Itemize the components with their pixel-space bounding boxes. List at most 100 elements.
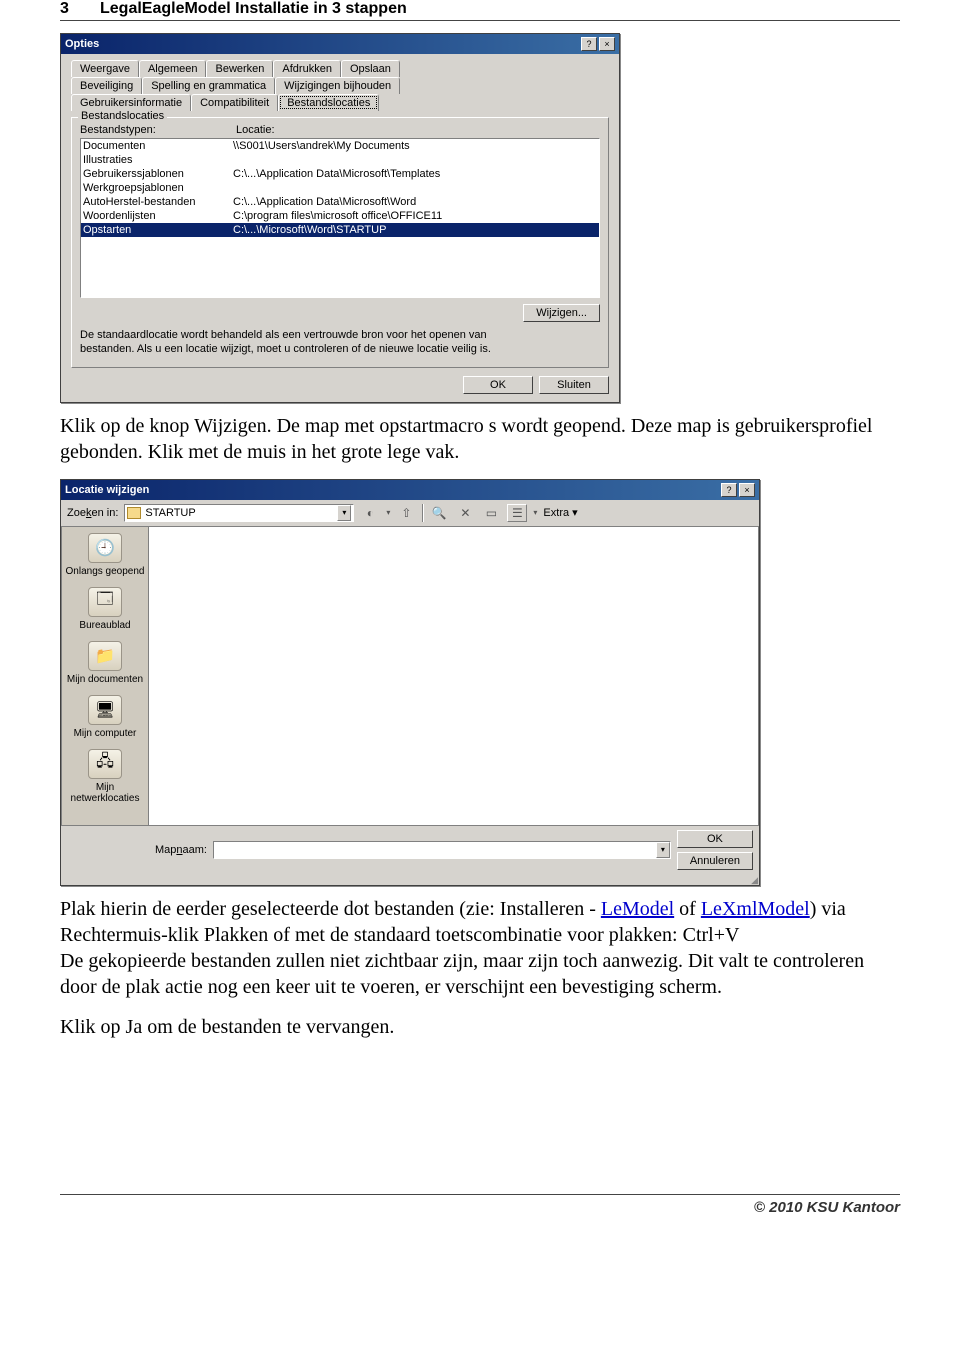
places-item[interactable]: 🗔 Bureaublad <box>64 585 146 637</box>
dropdown-arrow-icon[interactable]: ▾ <box>386 508 390 517</box>
tab-bewerken[interactable]: Bewerken <box>206 60 273 77</box>
close-button[interactable]: × <box>739 483 755 497</box>
separator <box>422 504 423 522</box>
place-label: Bureaublad <box>64 620 146 631</box>
link-lexmlmodel[interactable]: LeXmlModel <box>701 898 810 920</box>
cell-type: Illustraties <box>83 153 233 167</box>
cell-location: C:\...\Microsoft\Word\STARTUP <box>233 223 597 237</box>
tab-gebruikersinfo[interactable]: Gebruikersinformatie <box>71 94 191 111</box>
cell-location: C:\program files\microsoft office\OFFICE… <box>233 209 597 223</box>
ok-button[interactable]: OK <box>677 830 753 848</box>
tab-compatibiliteit[interactable]: Compatibiliteit <box>191 94 278 111</box>
chevron-down-icon[interactable]: ▾ <box>656 842 670 858</box>
cell-location: C:\...\Application Data\Microsoft\Word <box>233 195 597 209</box>
col-header-types: Bestandstypen: <box>80 124 230 136</box>
tab-spelling[interactable]: Spelling en grammatica <box>142 77 275 94</box>
list-item[interactable]: Illustraties <box>81 153 599 167</box>
place-icon: 🕘 <box>88 533 122 563</box>
list-item[interactable]: Werkgroepsjablonen <box>81 181 599 195</box>
cell-type: Opstarten <box>83 223 233 237</box>
cell-type: Gebruikerssjablonen <box>83 167 233 181</box>
list-item[interactable]: Documenten\\S001\Users\andrek\My Documen… <box>81 139 599 153</box>
list-item[interactable]: WoordenlijstenC:\program files\microsoft… <box>81 209 599 223</box>
lookin-value: STARTUP <box>145 507 195 519</box>
place-label: Mijn computer <box>64 728 146 739</box>
tab-bestandslocaties[interactable]: Bestandslocaties <box>278 94 379 111</box>
back-icon[interactable]: ◐ <box>360 504 380 522</box>
tab-strip: Weergave Algemeen Bewerken Afdrukken Ops… <box>71 60 609 111</box>
page-footer: © 2010 KSU Kantoor <box>60 1194 900 1216</box>
file-locations-list[interactable]: Documenten\\S001\Users\andrek\My Documen… <box>80 138 600 298</box>
place-icon: 🖧 <box>88 749 122 779</box>
instruction-para-3: Klik op Ja om de bestanden te vervangen. <box>60 1014 900 1040</box>
dialog-title: Locatie wijzigen <box>65 484 719 496</box>
place-icon: 🖥 <box>88 695 122 725</box>
file-locations-group: Bestandslocaties Bestandstypen: Locatie:… <box>71 117 609 368</box>
cell-location <box>233 153 597 167</box>
tab-wijzigingen[interactable]: Wijzigingen bijhouden <box>275 77 400 94</box>
up-folder-icon[interactable]: ⇧ <box>396 504 416 522</box>
list-item[interactable]: AutoHerstel-bestandenC:\...\Application … <box>81 195 599 209</box>
instruction-para-2: Plak hierin de eerder geselecteerde dot … <box>60 896 900 1000</box>
delete-icon[interactable]: ✕ <box>455 504 475 522</box>
views-icon[interactable]: ☰ <box>507 504 527 522</box>
annuleren-button[interactable]: Annuleren <box>677 852 753 870</box>
ok-button[interactable]: OK <box>463 376 533 394</box>
place-icon: 🗔 <box>88 587 122 617</box>
places-item[interactable]: 🖥 Mijn computer <box>64 693 146 745</box>
file-list[interactable] <box>149 526 759 826</box>
cell-type: AutoHerstel-bestanden <box>83 195 233 209</box>
chevron-down-icon[interactable]: ▾ <box>337 505 351 521</box>
mapnaam-input[interactable]: ▾ <box>213 841 671 859</box>
new-folder-icon[interactable]: ▭ <box>481 504 501 522</box>
titlebar: Locatie wijzigen ? × <box>61 480 759 500</box>
cell-location <box>233 181 597 195</box>
titlebar: Opties ? × <box>61 34 619 54</box>
places-bar: 🕘 Onlangs geopend 🗔 Bureaublad 📁Mijn documen… <box>61 526 149 826</box>
cell-location: \\S001\Users\andrek\My Documents <box>233 139 597 153</box>
page-number: 3 <box>60 0 100 18</box>
dialog-title: Opties <box>65 38 579 50</box>
options-dialog: Opties ? × Weergave Algemeen Bewerken Af… <box>60 33 620 403</box>
cell-type: Woordenlijsten <box>83 209 233 223</box>
cell-type: Werkgroepsjablonen <box>83 181 233 195</box>
place-label: Onlangs geopend <box>64 566 146 577</box>
tab-opslaan[interactable]: Opslaan <box>341 60 400 77</box>
views-dd-icon[interactable]: ▾ <box>533 508 537 517</box>
places-item[interactable]: 🕘 Onlangs geopend <box>64 531 146 583</box>
list-item[interactable]: OpstartenC:\...\Microsoft\Word\STARTUP <box>81 223 599 237</box>
tab-beveiliging[interactable]: Beveiliging <box>71 77 142 94</box>
tab-algemeen[interactable]: Algemeen <box>139 60 207 77</box>
search-icon[interactable]: 🔍 <box>429 504 449 522</box>
list-item[interactable]: GebruikerssjablonenC:\...\Application Da… <box>81 167 599 181</box>
group-legend: Bestandslocaties <box>78 110 167 122</box>
file-dialog-toolbar: Zoeken in: STARTUP ▾ ◐ ▾ ⇧ 🔍 ✕ ▭ ☰ ▾ Ext… <box>61 500 759 526</box>
extra-menu[interactable]: Extra ▾ <box>543 506 577 519</box>
folder-icon <box>127 507 141 519</box>
sluiten-button[interactable]: Sluiten <box>539 376 609 394</box>
resize-grip-icon[interactable]: ◢ <box>61 876 759 885</box>
zoeken-in-label: Zoeken in: <box>67 507 118 519</box>
mapnaam-label: Mapnaam: <box>155 844 207 856</box>
col-header-location: Locatie: <box>236 124 600 136</box>
security-note: De standaardlocatie wordt behandeld als … <box>80 328 500 357</box>
tab-weergave[interactable]: Weergave <box>71 60 139 77</box>
places-item[interactable]: 🖧 Mijn netwerklocaties <box>64 747 146 810</box>
cell-type: Documenten <box>83 139 233 153</box>
place-label: Mijn netwerklocaties <box>64 782 146 804</box>
link-lemodel[interactable]: LeModel <box>601 898 674 920</box>
location-dialog: Locatie wijzigen ? × Zoeken in: STARTUP … <box>60 479 760 886</box>
place-icon: 📁 <box>88 641 122 671</box>
help-button[interactable]: ? <box>721 483 737 497</box>
instruction-para-1: Klik op de knop Wijzigen. De map met ops… <box>60 413 900 465</box>
copyright: © 2010 KSU Kantoor <box>754 1199 900 1216</box>
help-button[interactable]: ? <box>581 37 597 51</box>
tab-afdrukken[interactable]: Afdrukken <box>273 60 341 77</box>
page-header: 3 LegalEagleModel Installatie in 3 stapp… <box>60 0 900 21</box>
wijzigen-button[interactable]: Wijzigen... <box>523 304 600 322</box>
cell-location: C:\...\Application Data\Microsoft\Templa… <box>233 167 597 181</box>
places-item[interactable]: 📁Mijn documenten <box>64 639 146 691</box>
doc-title: LegalEagleModel Installatie in 3 stappen <box>100 0 407 18</box>
close-button[interactable]: × <box>599 37 615 51</box>
lookin-combo[interactable]: STARTUP ▾ <box>124 504 354 522</box>
